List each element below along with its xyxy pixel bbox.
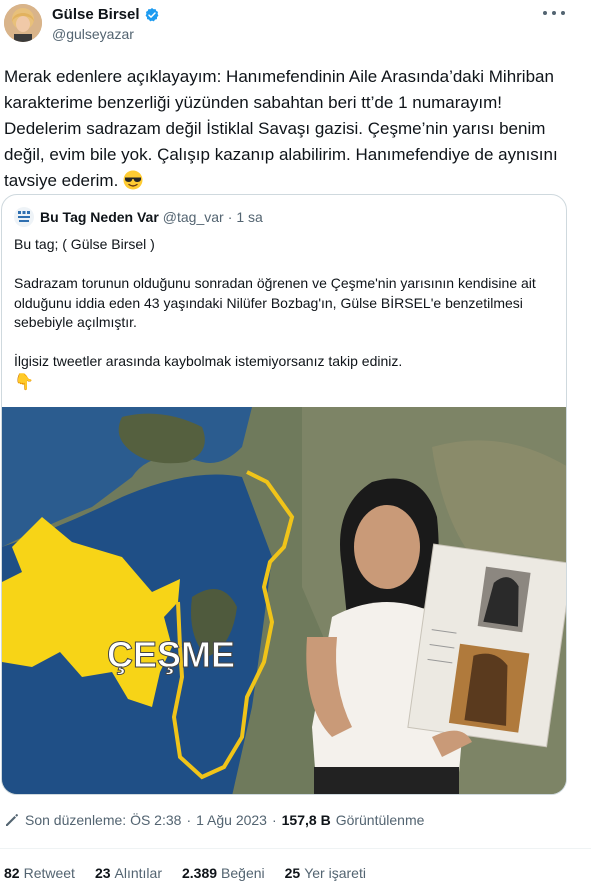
quote-body: Bu tag; ( Gülse Birsel ) Sadrazam torunu… (14, 235, 554, 392)
quote-paragraph-3: İlgisiz tweetler arasında kaybolmak iste… (14, 353, 403, 369)
edit-pencil-icon (6, 814, 18, 826)
likes-stat[interactable]: 2.389 Beğeni (182, 865, 265, 881)
quote-separator: · (227, 209, 233, 225)
divider (0, 848, 591, 849)
tweet-text: Merak edenlere açıklayayım: Hanımefendin… (4, 67, 558, 190)
quote-handle[interactable]: @tag_var (163, 209, 224, 225)
sunglasses-emoji-icon (123, 170, 143, 190)
edited-label[interactable]: Son düzenleme: ÖS 2:38 (25, 812, 181, 828)
tweet-metadata: Son düzenleme: ÖS 2:38 · 1 Ağu 2023 · 15… (4, 812, 424, 828)
quotes-count: 23 (94, 865, 111, 881)
author-avatar[interactable] (4, 4, 42, 42)
tweet-header: Gülse Birsel @gulseyazar (0, 0, 591, 56)
likes-count: 2.389 (181, 865, 218, 881)
bookmarks-label: Yer işareti (304, 865, 366, 881)
tweet-date[interactable]: 1 Ağu 2023 (196, 812, 267, 828)
tweet-body: Merak edenlere açıklayayım: Hanımefendin… (4, 64, 579, 194)
meta-separator: · (186, 812, 192, 828)
bookmarks-count: 25 (284, 865, 301, 881)
quote-author-avatar[interactable] (14, 207, 34, 227)
tweet-stats: 82 Retweet 23 Alıntılar 2.389 Beğeni 25 Yer … (4, 865, 366, 881)
verified-badge-icon (145, 7, 158, 21)
more-options-icon[interactable] (543, 6, 565, 20)
views-count: 157,8 B (281, 812, 331, 828)
meta-separator-2: · (271, 812, 277, 828)
bookmarks-stat[interactable]: 25 Yer işareti (285, 865, 366, 881)
pointing-down-emoji-icon: 👇 (14, 373, 34, 391)
quoted-tweet[interactable]: Bu Tag Neden Var @tag_var · 1 sa Bu tag;… (1, 194, 567, 795)
cesme-map-label: ÇEŞME (107, 634, 235, 675)
quote-line-1: Bu tag; ( Gülse Birsel ) (14, 236, 155, 252)
quotes-stat[interactable]: 23 Alıntılar (95, 865, 162, 881)
author-display-name[interactable]: Gülse Birsel (52, 6, 140, 23)
retweet-stat[interactable]: 82 Retweet (4, 865, 75, 881)
quote-paragraph-2: Sadrazam torunun olduğunu sonradan öğren… (14, 275, 536, 330)
quote-media-image[interactable]: ÇEŞME (2, 407, 567, 795)
quote-timestamp[interactable]: 1 sa (236, 209, 262, 225)
retweet-label: Retweet (23, 865, 75, 881)
likes-label: Beğeni (221, 865, 265, 881)
tag-logo-icon (18, 211, 30, 222)
views-label: Görüntülenme (335, 812, 425, 828)
quotes-label: Alıntılar (114, 865, 162, 881)
quote-display-name[interactable]: Bu Tag Neden Var (40, 209, 159, 225)
author-handle[interactable]: @gulseyazar (52, 26, 134, 42)
retweet-count: 82 (4, 865, 20, 881)
